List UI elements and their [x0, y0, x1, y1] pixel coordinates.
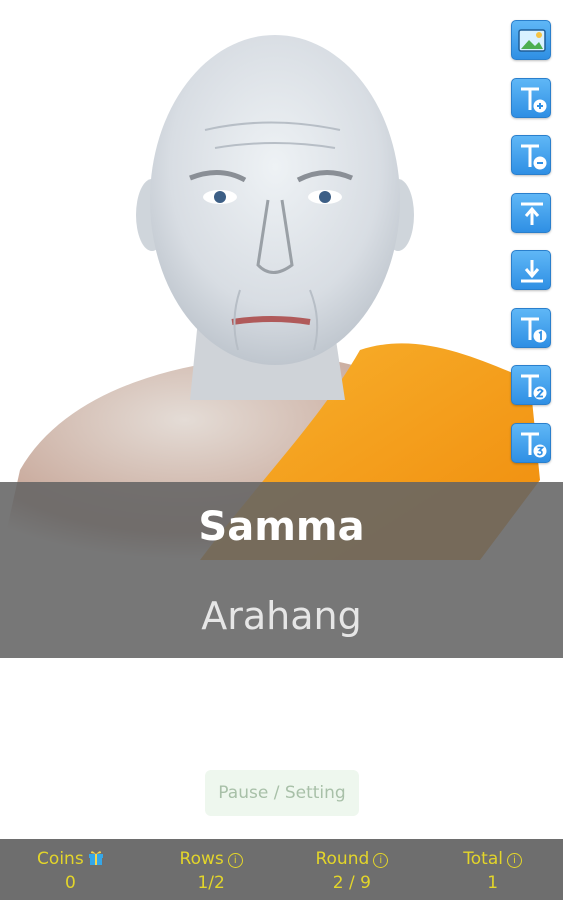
info-icon: i — [227, 853, 243, 868]
stat-rows[interactable]: Rows i 1/2 — [141, 839, 282, 900]
text-decrease-icon[interactable] — [511, 135, 551, 175]
text-style-2-icon[interactable] — [511, 365, 551, 405]
move-up-icon[interactable] — [511, 192, 551, 233]
portrait-image — [0, 0, 563, 560]
stat-total-value: 1 — [487, 873, 499, 893]
stat-coins-value: 0 — [64, 873, 76, 893]
chant-overlay: Samma Arahang — [0, 482, 563, 658]
stat-round[interactable]: Round i 2 / 9 — [282, 839, 423, 900]
chant-line-secondary: Arahang — [201, 594, 362, 638]
text-style-1-icon[interactable] — [511, 307, 551, 348]
stat-round-value: 2 / 9 — [332, 873, 371, 893]
info-icon: i — [506, 853, 522, 868]
pause-setting-button[interactable]: Pause / Setting — [205, 770, 359, 816]
stat-coins-label: Coins — [37, 849, 84, 869]
stat-rows-label: Rows — [179, 849, 224, 869]
stat-total-label: Total — [463, 849, 503, 869]
stat-total[interactable]: Total i 1 — [422, 839, 563, 900]
status-bar: Coins 0 Rows i 1/2 Round i 2 / 9 Total i 1 — [0, 839, 563, 900]
stat-round-label: Round — [315, 849, 370, 869]
toolbar — [511, 20, 553, 480]
chant-line-primary: Samma — [198, 504, 365, 550]
image-icon[interactable] — [511, 20, 551, 60]
stat-rows-value: 1/2 — [197, 873, 225, 893]
stat-coins[interactable]: Coins 0 — [0, 839, 141, 900]
info-icon: i — [373, 853, 389, 868]
text-style-3-icon[interactable] — [511, 422, 551, 463]
gift-icon — [88, 848, 104, 865]
text-increase-icon[interactable] — [511, 77, 551, 118]
move-down-icon[interactable] — [511, 250, 551, 290]
